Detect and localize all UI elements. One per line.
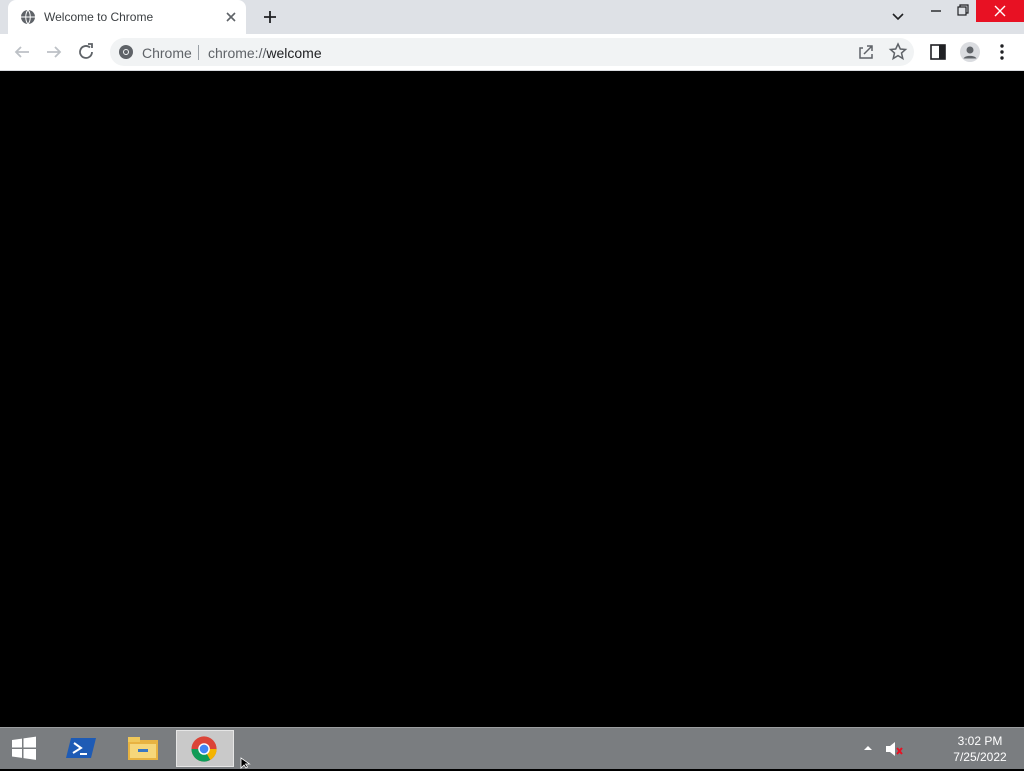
bookmark-star-icon[interactable] bbox=[886, 40, 910, 64]
minimize-icon[interactable] bbox=[924, 0, 948, 22]
speaker-muted-icon[interactable] bbox=[884, 740, 904, 758]
forward-arrow-icon[interactable] bbox=[42, 40, 66, 64]
chrome-logo-icon bbox=[119, 45, 133, 59]
share-icon[interactable] bbox=[854, 40, 878, 64]
browser-window: Welcome to Chrome Chrome chrome://welcom… bbox=[0, 0, 1024, 727]
reload-icon[interactable] bbox=[74, 40, 98, 64]
page-content bbox=[0, 71, 1024, 727]
title-bar: Welcome to Chrome bbox=[0, 0, 1024, 34]
url-host: welcome bbox=[266, 45, 322, 61]
url-text[interactable]: chrome://welcome bbox=[208, 45, 322, 61]
taskbar-clock[interactable]: 3:02 PM 7/25/2022 bbox=[940, 733, 1020, 765]
tab-welcome[interactable]: Welcome to Chrome bbox=[8, 0, 246, 34]
omnibox-divider bbox=[198, 45, 199, 60]
origin-chip: Chrome bbox=[142, 45, 192, 61]
menu-kebab-icon[interactable] bbox=[990, 40, 1014, 64]
restore-icon[interactable] bbox=[950, 0, 974, 22]
clock-date: 7/25/2022 bbox=[953, 750, 1007, 764]
clock-time: 3:02 PM bbox=[957, 734, 1003, 748]
back-arrow-icon[interactable] bbox=[10, 40, 34, 64]
powershell-icon[interactable] bbox=[60, 730, 104, 767]
chrome-taskbar-button[interactable] bbox=[176, 730, 234, 767]
tab-close-icon[interactable] bbox=[223, 9, 239, 25]
profile-icon[interactable] bbox=[958, 40, 982, 64]
windows-start-icon[interactable] bbox=[4, 730, 44, 767]
mouse-cursor-icon bbox=[240, 757, 251, 769]
tray-arrow-icon[interactable] bbox=[862, 742, 874, 754]
tab-title: Welcome to Chrome bbox=[44, 10, 154, 24]
url-scheme: chrome:// bbox=[208, 45, 267, 61]
taskbar: 3:02 PM 7/25/2022 bbox=[0, 727, 1024, 769]
browser-toolbar: Chrome chrome://welcome bbox=[0, 34, 1024, 71]
side-panel-icon[interactable] bbox=[926, 40, 950, 64]
chrome-icon bbox=[191, 736, 217, 762]
address-bar[interactable]: Chrome chrome://welcome bbox=[110, 38, 914, 66]
tab-search-icon[interactable] bbox=[886, 6, 910, 28]
new-tab-button[interactable] bbox=[258, 5, 282, 29]
file-explorer-icon[interactable] bbox=[120, 730, 166, 767]
close-icon[interactable] bbox=[976, 0, 1024, 22]
globe-icon bbox=[21, 9, 35, 25]
